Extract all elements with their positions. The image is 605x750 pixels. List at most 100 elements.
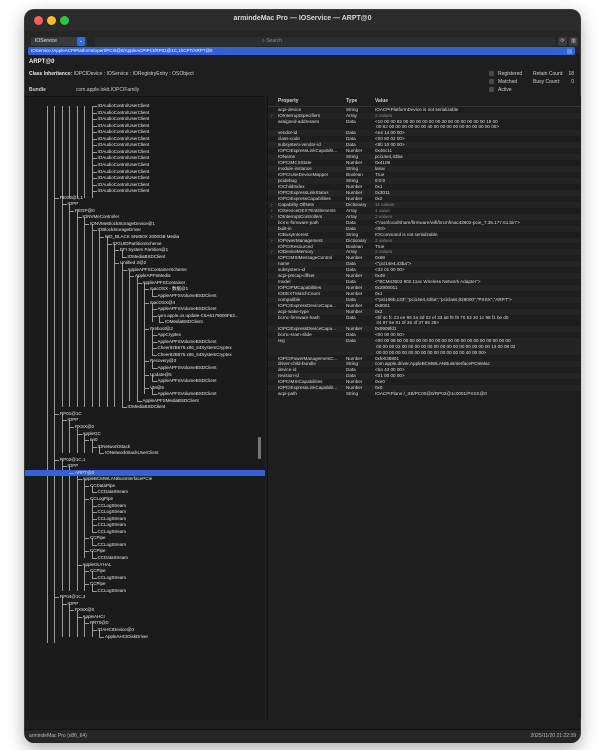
tree-row[interactable]: PXSX@0	[25, 424, 265, 430]
properties-pane[interactable]: Property Type Value acpi-device String IOA…	[267, 96, 581, 719]
disclosure-chevron-icon[interactable]: ›	[271, 208, 273, 214]
tree-row[interactable]: CCLogPipe	[25, 496, 265, 502]
plane-selector[interactable]: IOService ⌄	[31, 37, 87, 46]
tree-row[interactable]: IONVMeController	[25, 214, 265, 220]
tree-row[interactable]: CCLogStream	[25, 529, 265, 535]
tree-row[interactable]: CCPipe	[25, 548, 265, 554]
tree-row[interactable]: IOAudioControlUserClient	[25, 129, 265, 135]
tree-row[interactable]: IONetworkStack	[25, 444, 265, 450]
tree-row[interactable]: AppleAHCI	[25, 614, 265, 620]
tree-row[interactable]: IOAudioControlUserClient	[25, 169, 265, 175]
path-bar[interactable]: IOService:/AppleACPIPlatformExpert/PCI0@…	[28, 47, 575, 55]
tree-row[interactable]: IOMediaBSDClient	[25, 319, 265, 325]
tree-row[interactable]: IOMediaBSDClient	[25, 404, 265, 410]
tree-row[interactable]: IOAudioControlUserClient	[25, 116, 265, 122]
tree-row[interactable]: AppleAHCIDiskDriver	[25, 634, 265, 640]
service-tree[interactable]: IOAudioControlUserClient IOAudioControlUs…	[25, 97, 265, 697]
tree-row[interactable]: RP01@1C	[25, 411, 265, 417]
disclosure-chevron-icon[interactable]: ›	[271, 113, 273, 119]
tree-row[interactable]: PEG2@1,1	[25, 195, 265, 201]
property-row[interactable]: bcmc-firmware-hash Data <bf 4c fc 23 ee 95…	[268, 315, 581, 327]
column-header-value[interactable]: Value	[375, 98, 388, 104]
tree-row[interactable]: EFI System Partition@1	[25, 247, 265, 253]
tree-row[interactable]: com.apple.os.update-C5A6179000F63...	[25, 313, 265, 319]
tree-row[interactable]: CCPipe	[25, 535, 265, 541]
tree-row[interactable]: CCLogStream	[25, 509, 265, 515]
search-input[interactable]: ⌕ Search	[262, 37, 282, 46]
tree-row[interactable]: PRT0@0	[25, 620, 265, 626]
tree-row[interactable]: CCLogStream	[25, 575, 265, 581]
tree-row[interactable]: CCDataPipe	[25, 483, 265, 489]
tree-row[interactable]: CCDataStream	[25, 555, 265, 561]
tree-row[interactable]: IOPP	[25, 601, 265, 607]
tree-row[interactable]: en0	[25, 437, 265, 443]
tree-row[interactable]: IOPP	[25, 201, 265, 207]
tree-row[interactable]: WD_BLACK SN850X 2000GB Media	[25, 234, 265, 240]
tree-row[interactable]: AppleAPFSVolumeBSDClient	[25, 391, 265, 397]
tree-row[interactable]: Recovery@3	[25, 358, 265, 364]
tree-row[interactable]: IOAudioControlUserClient	[25, 123, 265, 129]
tree-row[interactable]: AppleAPFSVolumeBSDClient	[25, 293, 265, 299]
tree-row[interactable]: AppleAPFSVolumeBSDClient	[25, 339, 265, 345]
service-tree-pane[interactable]: IOAudioControlUserClient IOAudioControlUs…	[25, 96, 265, 720]
refresh-button[interactable]: ⟳	[558, 37, 567, 46]
disclosure-chevron-icon[interactable]: ›	[271, 238, 273, 244]
tree-row[interactable]: IOAHCIDevice@0	[25, 627, 265, 633]
tree-row[interactable]: CCDataStream	[25, 489, 265, 495]
tree-row[interactable]: CCLogStream	[25, 542, 265, 548]
column-header-property[interactable]: Property	[278, 98, 299, 104]
property-row[interactable]: acpi-path String IOACPIPlane:/_SB/PC00@0/R…	[268, 391, 581, 397]
tree-row[interactable]: AppleAPFSContainerScheme	[25, 267, 265, 273]
tree-row[interactable]: IOAudioControlUserClient	[25, 103, 265, 109]
disclosure-chevron-icon[interactable]: ›	[271, 249, 273, 255]
tree-row[interactable]: CCLogStream	[25, 588, 265, 594]
tree-row[interactable]: AppleBCMWLANBusInterfacePCIe	[25, 476, 265, 482]
tree-row[interactable]: AppleAPFSVolumeBSDClient	[25, 306, 265, 312]
tree-row[interactable]: CCPipe	[25, 568, 265, 574]
tree-row[interactable]: AppCryptex	[25, 332, 265, 338]
tree-row[interactable]: AppleAPFSMedia	[25, 273, 265, 279]
tree-row[interactable]: IOAudioControlUserClient	[25, 110, 265, 116]
tree-row-selected[interactable]: ARPT@0	[25, 469, 265, 476]
tree-row[interactable]: RP04@1C,3	[25, 594, 265, 600]
disclosure-chevron-icon[interactable]: ›	[271, 214, 273, 220]
tree-row[interactable]: CCPipe	[25, 581, 265, 587]
tree-row[interactable]: IOAudioControlUserClient	[25, 149, 265, 155]
tree-row[interactable]: IOAudioControlUserClient	[25, 188, 265, 194]
tree-row[interactable]: CCLogStream	[25, 516, 265, 522]
sidebar-toggle-button[interactable]: ▥	[569, 37, 578, 46]
tree-row[interactable]: macOSX@4	[25, 300, 265, 306]
tree-row[interactable]: PEGP@0	[25, 208, 265, 214]
tree-row[interactable]: IOAudioControlUserClient	[25, 175, 265, 181]
tree-row[interactable]: RP02@1C,1	[25, 457, 265, 463]
tree-row[interactable]: AppleGC	[25, 431, 265, 437]
tree-row[interactable]: AppleOLYHAL	[25, 562, 265, 568]
property-row[interactable]: assigned-addresses Data <10 00 00 82 00 00…	[268, 119, 581, 131]
tree-row[interactable]: IONetworkStackUserClient	[25, 450, 265, 456]
tree-scrollbar[interactable]	[258, 437, 261, 459]
property-row[interactable]: reg Data <00 00 08 00 00 00 00 00 00 00 00…	[268, 338, 581, 356]
tree-row[interactable]: IOAudioControlUserClient	[25, 142, 265, 148]
disclosure-chevron-icon[interactable]: ›	[271, 202, 273, 208]
column-header-type[interactable]: Type	[346, 98, 357, 104]
tree-row[interactable]: Cheer82B676.x86_64SystemCryptex	[25, 352, 265, 358]
search-field[interactable]: ⌕ Search	[95, 37, 555, 46]
tree-row[interactable]: IOAudioControlUserClient	[25, 155, 265, 161]
tree-row[interactable]: Preboot@2	[25, 326, 265, 332]
tree-row[interactable]: AppleAPFSMediaBSDClient	[25, 398, 265, 404]
tree-row[interactable]: VM@6	[25, 385, 265, 391]
tree-row[interactable]: IOAudioControlUserClient	[25, 182, 265, 188]
tree-row[interactable]: AppleAPFSVolumeBSDClient	[25, 378, 265, 384]
tree-row[interactable]: Untitled 2@2	[25, 260, 265, 266]
pin-icon[interactable]	[567, 48, 572, 54]
tree-row[interactable]: IOPP	[25, 417, 265, 423]
tree-row[interactable]: AppleAPFSVolumeBSDClient	[25, 365, 265, 371]
tree-row[interactable]: macOSX - 数据@1	[25, 286, 265, 292]
tree-row[interactable]: IONVMeBlockStorageDevice@1	[25, 221, 265, 227]
tree-row[interactable]: Update@5	[25, 372, 265, 378]
tree-row[interactable]: IOMediaBSDClient	[25, 254, 265, 260]
tree-row[interactable]: CCLogStream	[25, 522, 265, 528]
tree-row[interactable]: IOAudioControlUserClient	[25, 162, 265, 168]
tree-row[interactable]: IOPP	[25, 463, 265, 469]
tree-row[interactable]: IOGUIDPartitionScheme	[25, 241, 265, 247]
